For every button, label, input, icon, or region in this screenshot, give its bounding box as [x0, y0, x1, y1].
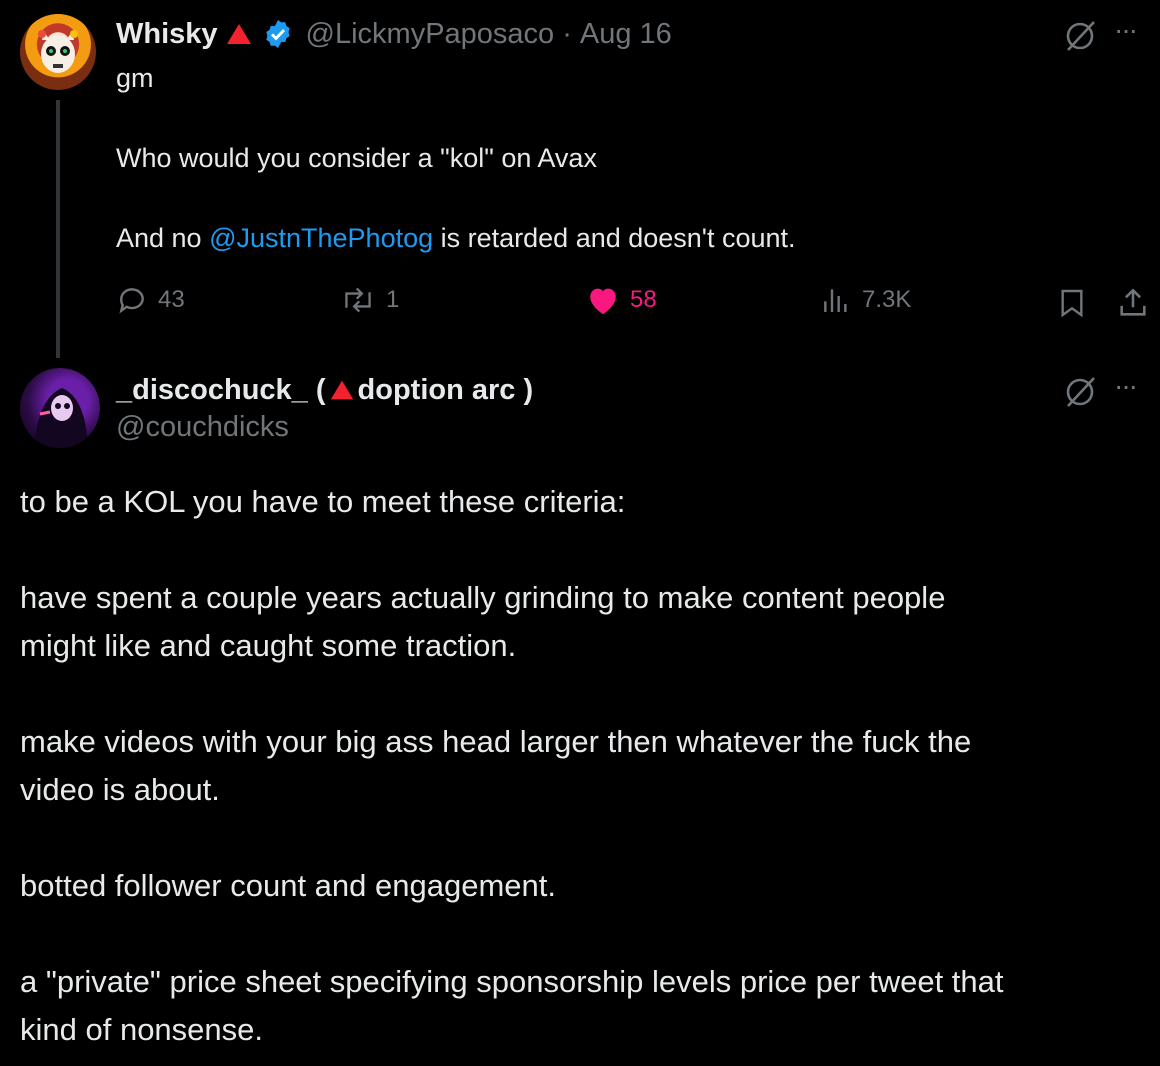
grok-icon[interactable]	[1060, 16, 1100, 56]
tweet-text-line: video is about.	[20, 772, 220, 807]
mention-link[interactable]: @JustnThePhotog	[209, 223, 433, 253]
view-count: 7.3K	[862, 286, 912, 313]
red-triangle-icon	[226, 24, 251, 44]
display-name-suffix[interactable]: doption arc )	[358, 374, 534, 407]
grok-icon[interactable]	[1060, 372, 1100, 412]
display-name[interactable]: Whisky	[116, 18, 218, 51]
tweet-text-line: a "private" price sheet specifying spons…	[20, 964, 1004, 999]
tweet-text-line: might like and caught some traction.	[20, 628, 517, 663]
red-triangle-icon	[330, 380, 353, 400]
tweet-text-line: have spent a couple years actually grind…	[20, 580, 946, 615]
text-segment: is retarded and doesn't count.	[433, 223, 796, 253]
tweet-text-line: to be a KOL you have to meet these crite…	[20, 484, 626, 519]
separator: ·	[562, 17, 572, 50]
handle[interactable]: @couchdicks	[116, 411, 289, 444]
avatar-whisky[interactable]	[20, 14, 96, 90]
like-count: 58	[630, 286, 657, 313]
display-name-prefix[interactable]: _discochuck_ (	[116, 374, 326, 407]
thread-line	[56, 100, 60, 358]
tweet-text-line: And no @JustnThePhotog is retarded and d…	[116, 218, 796, 258]
timestamp[interactable]: Aug 16	[580, 18, 672, 51]
share-icon[interactable]	[1116, 286, 1150, 320]
bookmark-icon[interactable]	[1056, 286, 1088, 320]
text-segment: And no	[116, 223, 210, 253]
skull-art-icon	[38, 30, 78, 73]
more-button[interactable]: ···	[1114, 14, 1138, 46]
tweet-text-line: gm	[116, 63, 154, 93]
repost-icon	[345, 287, 371, 313]
tweet-text-line: make videos with your big ass head large…	[20, 724, 972, 759]
verified-badge-icon	[265, 20, 290, 48]
tweet-header: Whisky @LickmyPaposaco · Aug 16	[116, 14, 672, 54]
heart-icon	[590, 288, 616, 315]
views-icon	[824, 289, 847, 312]
like-button[interactable]: 58	[586, 284, 657, 316]
views-button[interactable]: 7.3K	[820, 284, 911, 316]
reply-count: 43	[158, 286, 185, 313]
tweet-text-line: kind of nonsense.	[20, 1012, 264, 1047]
tweet-text-line: botted follower count and engagement.	[20, 868, 556, 903]
more-button[interactable]: ···	[1114, 370, 1138, 402]
reply-button[interactable]: 43	[116, 284, 185, 316]
skeleton-art-icon	[34, 388, 88, 448]
tweet-text-line: Who would you consider a "kol" on Avax	[116, 143, 597, 173]
avatar-discochuck[interactable]	[20, 368, 100, 448]
repost-count: 1	[386, 286, 400, 313]
reply-icon	[119, 288, 144, 314]
handle[interactable]: @LickmyPaposaco	[306, 18, 555, 51]
tweet-header: _discochuck_ ( doption arc )	[116, 370, 533, 410]
repost-button[interactable]: 1	[340, 284, 399, 316]
